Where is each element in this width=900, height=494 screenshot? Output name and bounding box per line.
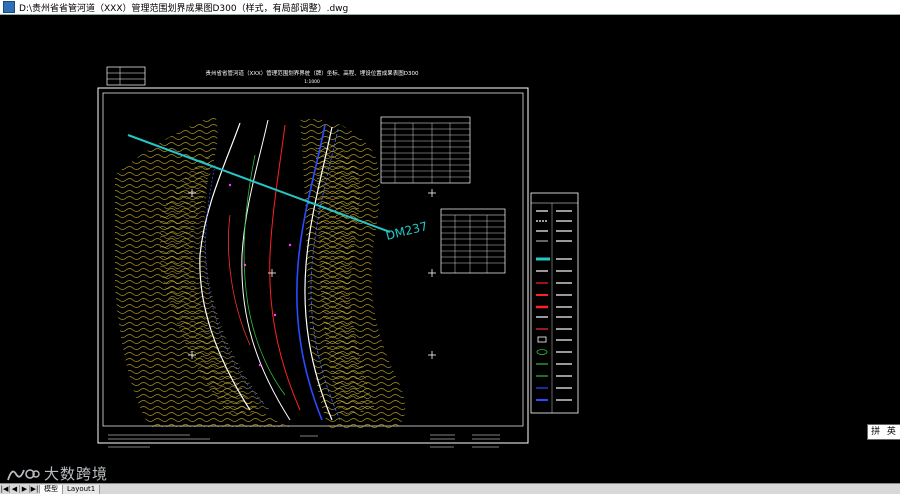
ime-indicator[interactable]: 拼 英 <box>867 424 900 440</box>
sheet-scale: 1:1000 <box>304 79 320 85</box>
coordinate-table-1 <box>380 116 471 184</box>
bottom-notes <box>108 434 500 448</box>
next-tab-button[interactable]: ▶ <box>20 485 30 493</box>
title-bar: D:\贵州省省管河道（XXX）管理范围划界成果图D300（样式，有局部调整）.d… <box>0 0 900 15</box>
tab-model[interactable]: 模型 <box>40 484 63 494</box>
app-icon <box>3 1 15 13</box>
tab-layout1[interactable]: Layout1 <box>63 484 101 494</box>
sheet-title: 贵州省省管河道（XXX）管理范围划界界桩（牌）坐标、高程、埋设位置成果表图D30… <box>205 69 419 77</box>
drawing-svg: 贵州省省管河道（XXX）管理范围划界界桩（牌）坐标、高程、埋设位置成果表图D30… <box>97 66 579 448</box>
survey-points <box>228 183 292 367</box>
drawing-canvas[interactable]: 贵州省省管河道（XXX）管理范围划界界桩（牌）坐标、高程、埋设位置成果表图D30… <box>0 15 900 483</box>
red-boundary-line <box>269 124 301 411</box>
window-title: D:\贵州省省管河道（XXX）管理范围划界成果图D300（样式，有局部调整）.d… <box>19 3 349 14</box>
red-boundary-line-2 <box>228 214 251 346</box>
corner-stamp <box>106 66 146 86</box>
watermark: 大数跨境 <box>6 463 108 484</box>
watermark-logo-icon <box>7 468 40 480</box>
first-tab-button[interactable]: |◀ <box>0 485 10 493</box>
layout-tab-bar: |◀ ◀ ▶ ▶| 模型 Layout1 <box>0 483 900 494</box>
prev-tab-button[interactable]: ◀ <box>10 485 20 493</box>
section-label: DM237 <box>384 219 429 243</box>
watermark-text: 大数跨境 <box>44 465 109 483</box>
boundary-line-right <box>241 119 291 421</box>
coordinate-table-2 <box>440 208 506 274</box>
legend-panel <box>530 192 579 414</box>
last-tab-button[interactable]: ▶| <box>30 485 40 493</box>
